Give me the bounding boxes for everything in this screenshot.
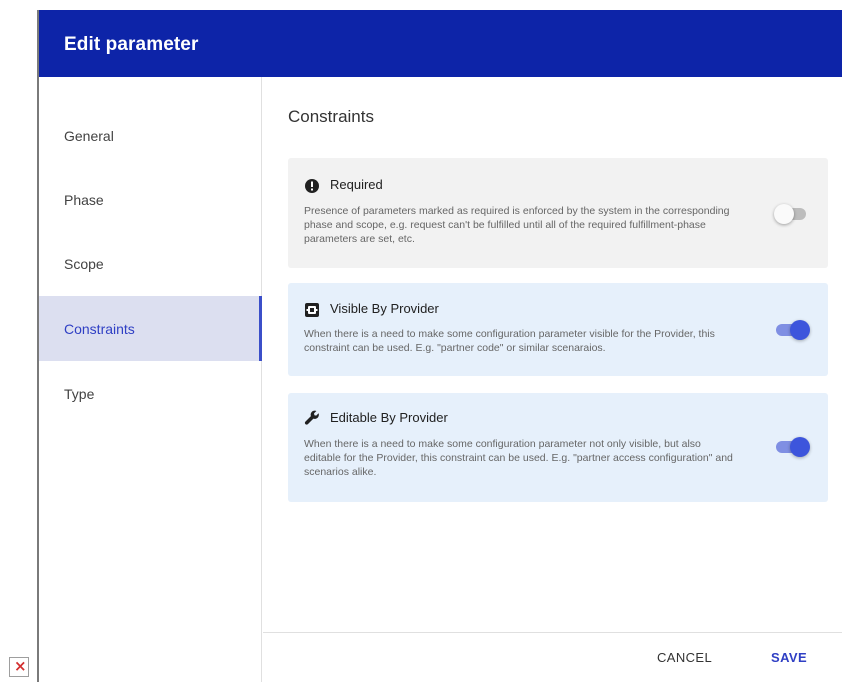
wrench-icon [304,410,319,425]
sidebar-item-general[interactable]: General [39,103,262,168]
section-title: Constraints [288,107,374,126]
constraint-card-editable-by-provider: Editable By Provider When there is a nee… [288,393,828,502]
constraint-card-required: Required Presence of parameters marked a… [288,158,828,268]
save-button[interactable]: SAVE [771,650,807,665]
sidebar-item-label: Constraints [64,320,135,337]
editable-by-provider-toggle[interactable] [774,437,810,457]
sidebar-item-phase[interactable]: Phase [39,167,262,232]
toggle-thumb [790,437,810,457]
dialog-title: Edit parameter [64,34,199,55]
sidebar-item-scope[interactable]: Scope [39,231,262,296]
sidebar-item-type[interactable]: Type [39,361,262,426]
constraint-title: Required [330,177,383,192]
sidebar-item-constraints[interactable]: Constraints [39,296,262,361]
toggle-thumb [790,320,810,340]
required-toggle[interactable] [774,204,810,224]
constraint-description: When there is a need to make some config… [304,438,733,478]
dialog-header: Edit parameter [39,10,842,77]
constraint-title: Editable By Provider [330,410,448,425]
visible-by-provider-toggle[interactable] [774,320,810,340]
constraint-description: Presence of parameters marked as require… [304,205,730,245]
broken-image-icon: × [9,657,29,677]
constraint-card-visible-by-provider: Visible By Provider When there is a need… [288,283,828,376]
edit-parameter-dialog: Edit parameter General Phase Scope Const… [37,10,842,682]
constraint-title: Visible By Provider [330,301,439,316]
sidebar-item-label: Scope [64,255,104,272]
cancel-button[interactable]: CANCEL [657,650,712,665]
toggle-thumb [774,204,794,224]
provider-badge-icon [305,303,319,317]
sidebar-item-label: General [64,127,114,144]
constraints-panel: Constraints Required Presence of paramet… [263,77,842,632]
constraint-description: When there is a need to make some config… [304,328,715,354]
sidebar-item-label: Phase [64,191,104,208]
sidebar-nav: General Phase Scope Constraints Type [39,77,262,682]
exclamation-circle-icon [305,179,319,193]
sidebar-item-label: Type [64,385,95,402]
dialog-footer: CANCEL SAVE [263,632,842,682]
